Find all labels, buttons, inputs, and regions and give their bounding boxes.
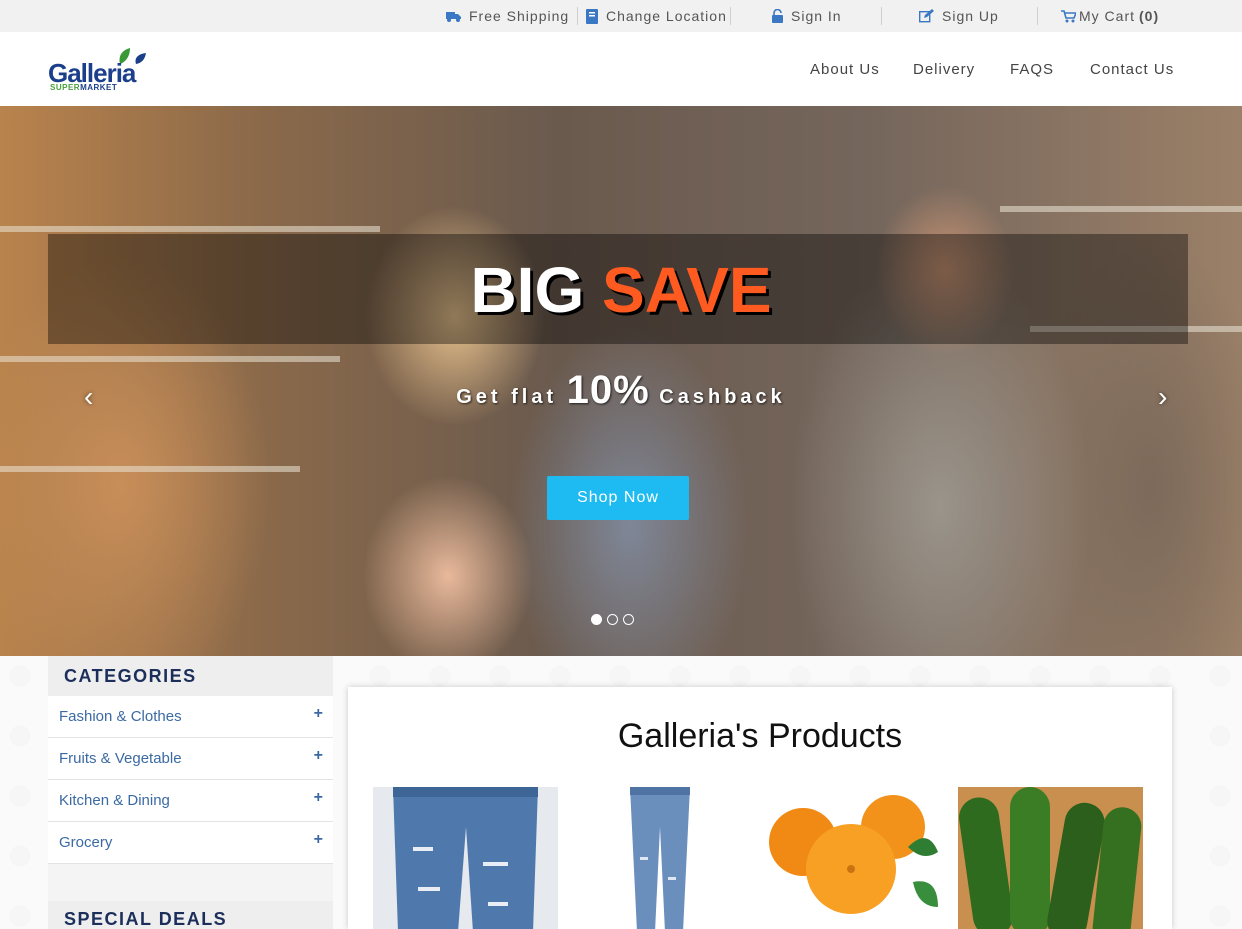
truck-icon [446, 11, 461, 22]
products-panel: Galleria's Products [348, 687, 1172, 929]
category-item[interactable]: Grocery + [48, 822, 333, 864]
top-utility-bar: Free Shipping Change Location Sign In Si… [0, 0, 1242, 32]
free-shipping-link[interactable]: Free Shipping [446, 0, 569, 32]
site-header: Galleria SUPERMARKET About Us Delivery F… [0, 32, 1242, 106]
divider [577, 7, 578, 25]
logo[interactable]: Galleria SUPERMARKET [48, 48, 158, 94]
edit-icon [919, 9, 934, 23]
product-image-cucumbers[interactable] [958, 787, 1143, 929]
hero-subtitle: Get flat 10% Cashback [456, 368, 786, 412]
category-label: Fashion & Clothes [59, 708, 182, 725]
free-shipping-label: Free Shipping [469, 8, 570, 24]
sign-in-label: Sign In [791, 8, 842, 24]
nav-about[interactable]: About Us [810, 32, 880, 106]
expand-plus-icon[interactable]: + [314, 831, 323, 849]
expand-plus-icon[interactable]: + [314, 705, 323, 723]
sign-up-label: Sign Up [942, 8, 999, 24]
content-area: CATEGORIES Fashion & Clothes + Fruits & … [0, 656, 1242, 929]
carousel-dot-3[interactable] [623, 614, 634, 625]
nav-faqs[interactable]: FAQS [1010, 32, 1054, 106]
my-cart-label: My Cart [1079, 8, 1135, 24]
divider [1037, 7, 1038, 25]
sign-up-link[interactable]: Sign Up [919, 0, 999, 32]
categories-heading: CATEGORIES [64, 666, 197, 686]
hero-title: BIG SAVE [470, 254, 772, 326]
change-location-label: Change Location [606, 8, 727, 24]
divider [730, 7, 731, 25]
divider [881, 7, 882, 25]
category-item[interactable]: Fashion & Clothes + [48, 696, 333, 738]
sign-in-link[interactable]: Sign In [772, 0, 842, 32]
product-image-oranges[interactable] [763, 787, 948, 929]
cart-icon [1061, 9, 1076, 23]
carousel-next-icon[interactable]: › [1158, 381, 1167, 413]
categories-sidebar: CATEGORIES Fashion & Clothes + Fruits & … [48, 656, 333, 929]
category-item[interactable]: Fruits & Vegetable + [48, 738, 333, 780]
book-icon [586, 8, 598, 24]
category-item[interactable]: Kitchen & Dining + [48, 780, 333, 822]
carousel-dot-2[interactable] [607, 614, 618, 625]
nav-delivery[interactable]: Delivery [913, 32, 975, 106]
my-cart-link[interactable]: My Cart (0) [1061, 0, 1159, 32]
nav-contact[interactable]: Contact Us [1090, 32, 1174, 106]
category-label: Kitchen & Dining [59, 792, 170, 809]
shop-now-button[interactable]: Shop Now [547, 476, 689, 520]
products-heading: Galleria's Products [617, 717, 903, 755]
product-image-ripped-jeans[interactable] [373, 787, 558, 929]
special-deals-heading: SPECIAL DEALS [64, 909, 228, 929]
cart-count: (0) [1139, 8, 1160, 24]
expand-plus-icon[interactable]: + [314, 747, 323, 765]
carousel-dot-1[interactable] [591, 614, 602, 625]
expand-plus-icon[interactable]: + [314, 789, 323, 807]
category-label: Grocery [59, 834, 113, 851]
change-location-link[interactable]: Change Location [586, 0, 727, 32]
logo-tagline: SUPERMARKET [50, 83, 118, 92]
lock-icon [772, 9, 783, 23]
product-image-skinny-jeans[interactable] [568, 787, 753, 929]
carousel-prev-icon[interactable]: ‹ [84, 381, 93, 413]
category-label: Fruits & Vegetable [59, 750, 182, 767]
hero-carousel: BIG SAVE Get flat 10% Cashback Shop Now … [0, 106, 1242, 656]
